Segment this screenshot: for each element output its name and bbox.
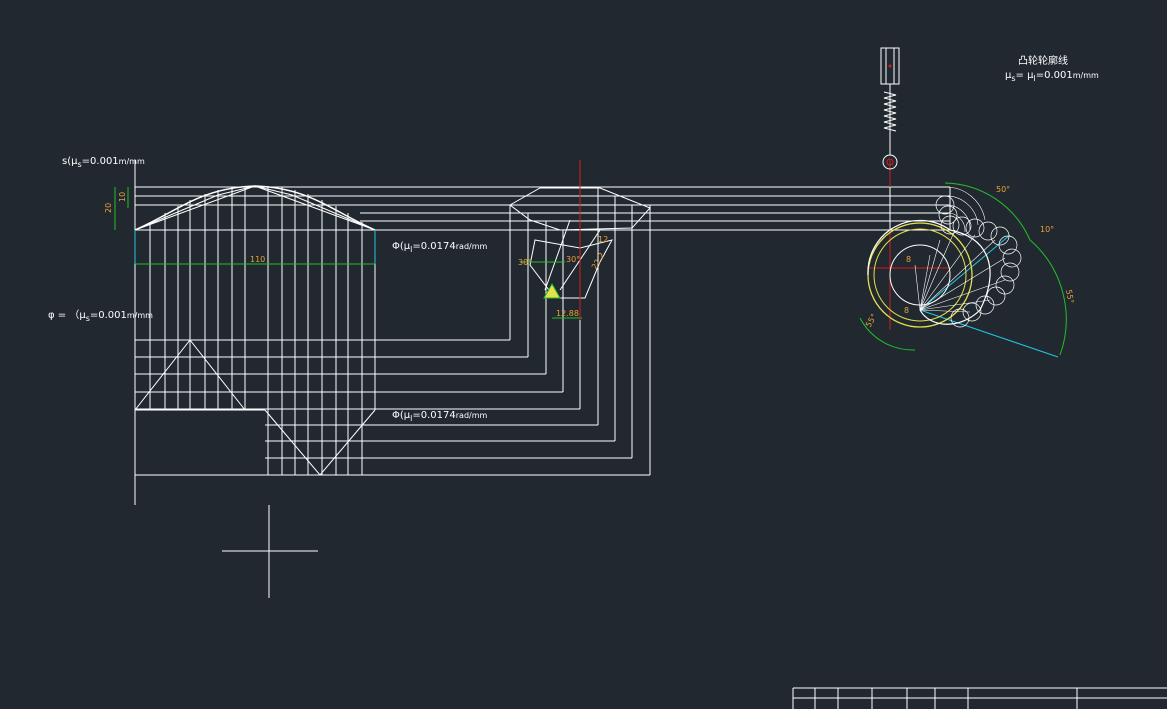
- follower-mechanism: [880, 47, 900, 170]
- phi-label-2: Φ(μl=0.0174rad/mm: [392, 410, 488, 423]
- svg-text:s(μs=0.001m/mm: s(μs=0.001m/mm: [62, 156, 145, 169]
- displacement-diagram: [134, 160, 950, 505]
- dim-1288: 12.88: [556, 309, 579, 318]
- dim-r8: 8: [904, 306, 909, 315]
- cursor-crosshair: [222, 505, 318, 598]
- phi-label-1: Φ(μl=0.0174rad/mm: [392, 241, 488, 254]
- lower-grid: [134, 339, 650, 476]
- pressure-angle-triangle: [529, 239, 613, 299]
- cam-scale-label: μs= μl=0.001m/mm: [1005, 70, 1099, 83]
- dim-30-left: 30°: [518, 258, 532, 267]
- dim-110: 110: [250, 255, 265, 264]
- svg-text:Φ(μl=0.0174rad/mm: Φ(μl=0.0174rad/mm: [392, 241, 488, 254]
- rise-grid-verticals: [149, 186, 376, 475]
- dim-30-right: 30°: [566, 255, 580, 264]
- angle-small: 55°: [864, 312, 879, 329]
- cad-drawing-canvas[interactable]: s(μs=0.001m/mm φ = （μs=0.001m/mm Φ(μl=0.…: [0, 0, 1167, 709]
- s-axis-label: s(μs=0.001m/mm: [62, 156, 145, 169]
- angle-55: 55°: [1064, 289, 1075, 305]
- dimension-lines: [114, 182, 1067, 356]
- svg-text:μs= μl=0.001m/mm: μs= μl=0.001m/mm: [1005, 70, 1099, 83]
- angle-50: 50°: [996, 185, 1010, 194]
- cam-profile: [867, 186, 1022, 328]
- angle-10: 10°: [1040, 225, 1054, 234]
- dim-r1: 8: [906, 255, 911, 264]
- dim-20: 20: [104, 203, 113, 213]
- dim-10: 10: [118, 192, 127, 202]
- title-block: [792, 687, 1167, 709]
- svg-text:φ = （μs=0.001m/mm: φ = （μs=0.001m/mm: [48, 309, 153, 323]
- displacement-curve-rise: [134, 185, 376, 231]
- side-label: φ = （μs=0.001m/mm: [48, 309, 153, 323]
- cam-design-drawing: s(μs=0.001m/mm φ = （μs=0.001m/mm Φ(μl=0.…: [48, 47, 1167, 709]
- center-lines: [579, 160, 950, 330]
- cam-profile-title: 凸轮轮廓线: [1018, 54, 1068, 67]
- dim-12: 12: [598, 235, 608, 244]
- svg-text:Φ(μl=0.0174rad/mm: Φ(μl=0.0174rad/mm: [392, 410, 488, 423]
